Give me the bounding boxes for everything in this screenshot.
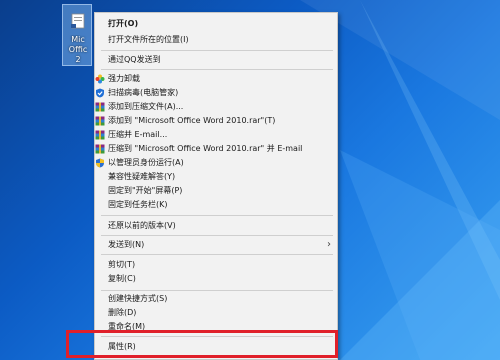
menu-item-pin-taskbar[interactable]: 固定到任务栏(K) (95, 198, 337, 212)
menu-item-label: 复制(C) (108, 274, 136, 283)
menu-item-label: 扫描病毒(电脑管家) (108, 88, 179, 97)
menu-item-add-to-archive[interactable]: 添加到压缩文件(A)... (95, 100, 337, 114)
menu-item-label: 发送到(N) (108, 240, 145, 249)
menu-item-compatibility[interactable]: 兼容性疑难解答(Y) (95, 170, 337, 184)
winrar-icon (95, 130, 105, 140)
shield-blue-icon (96, 88, 104, 98)
menu-item-label: 压缩到 "Microsoft Office Word 2010.rar" 并 E… (108, 144, 303, 153)
context-menu: 打开(O) 打开文件所在的位置(I) 通过QQ发送到 强力卸载 扫描病毒(电脑管… (94, 12, 338, 360)
menu-item-label: 添加到压缩文件(A)... (108, 102, 184, 111)
menu-item-label: 创建快捷方式(S) (108, 294, 168, 303)
menu-item-copy[interactable]: 复制(C) (95, 272, 337, 286)
menu-item-virus-scan[interactable]: 扫描病毒(电脑管家) (95, 86, 337, 100)
highlight-box (66, 330, 338, 358)
menu-item-label: 固定到任务栏(K) (108, 200, 168, 209)
menu-item-restore-versions[interactable]: 还原以前的版本(V) (95, 219, 337, 233)
menu-item-compress-email[interactable]: 压缩并 E-mail... (95, 128, 337, 142)
menu-item-label: 通过QQ发送到 (108, 55, 161, 64)
winrar-icon (95, 102, 105, 112)
menu-separator (101, 235, 333, 236)
desktop-shortcut[interactable]: Mic Offic 2 (62, 4, 92, 66)
menu-item-delete[interactable]: 删除(D) (95, 306, 337, 320)
menu-item-label: 以管理员身份运行(A) (108, 158, 184, 167)
menu-item-send-to[interactable]: 发送到(N) › (95, 238, 337, 252)
uac-shield-icon (96, 158, 104, 168)
menu-item-run-as-admin[interactable]: 以管理员身份运行(A) (95, 156, 337, 170)
menu-item-pin-start[interactable]: 固定到"开始"屏幕(P) (95, 184, 337, 198)
menu-separator (101, 50, 333, 51)
menu-item-send-via-qq[interactable]: 通过QQ发送到 (95, 53, 337, 67)
menu-item-label: 删除(D) (108, 308, 137, 317)
flower-icon (95, 74, 105, 84)
winrar-icon (95, 144, 105, 154)
menu-item-label: 打开文件所在的位置(I) (108, 35, 189, 44)
menu-item-force-uninstall[interactable]: 强力卸载 (95, 72, 337, 86)
menu-separator (101, 69, 333, 70)
desktop-shortcut-label: Mic Offic 2 (68, 35, 88, 64)
menu-separator (101, 290, 333, 291)
menu-item-label: 还原以前的版本(V) (108, 221, 176, 230)
word-file-icon (71, 13, 85, 29)
menu-item-add-to-rar[interactable]: 添加到 "Microsoft Office Word 2010.rar"(T) (95, 114, 337, 128)
menu-item-cut[interactable]: 剪切(T) (95, 258, 337, 272)
menu-item-create-shortcut[interactable]: 创建快捷方式(S) (95, 292, 337, 306)
menu-item-open[interactable]: 打开(O) (95, 17, 337, 31)
menu-item-label: 打开(O) (108, 19, 139, 28)
menu-item-label: 固定到"开始"屏幕(P) (108, 186, 183, 195)
menu-separator (101, 254, 333, 255)
menu-item-open-location[interactable]: 打开文件所在的位置(I) (95, 33, 337, 47)
menu-item-label: 添加到 "Microsoft Office Word 2010.rar"(T) (108, 116, 276, 125)
menu-item-compress-rar-email[interactable]: 压缩到 "Microsoft Office Word 2010.rar" 并 E… (95, 142, 337, 156)
winrar-icon (95, 116, 105, 126)
menu-item-label: 压缩并 E-mail... (108, 130, 168, 139)
menu-separator (101, 215, 333, 216)
menu-item-label: 强力卸载 (108, 74, 140, 83)
chevron-right-icon: › (327, 239, 331, 250)
menu-item-label: 兼容性疑难解答(Y) (108, 172, 176, 181)
menu-item-label: 剪切(T) (108, 260, 136, 269)
